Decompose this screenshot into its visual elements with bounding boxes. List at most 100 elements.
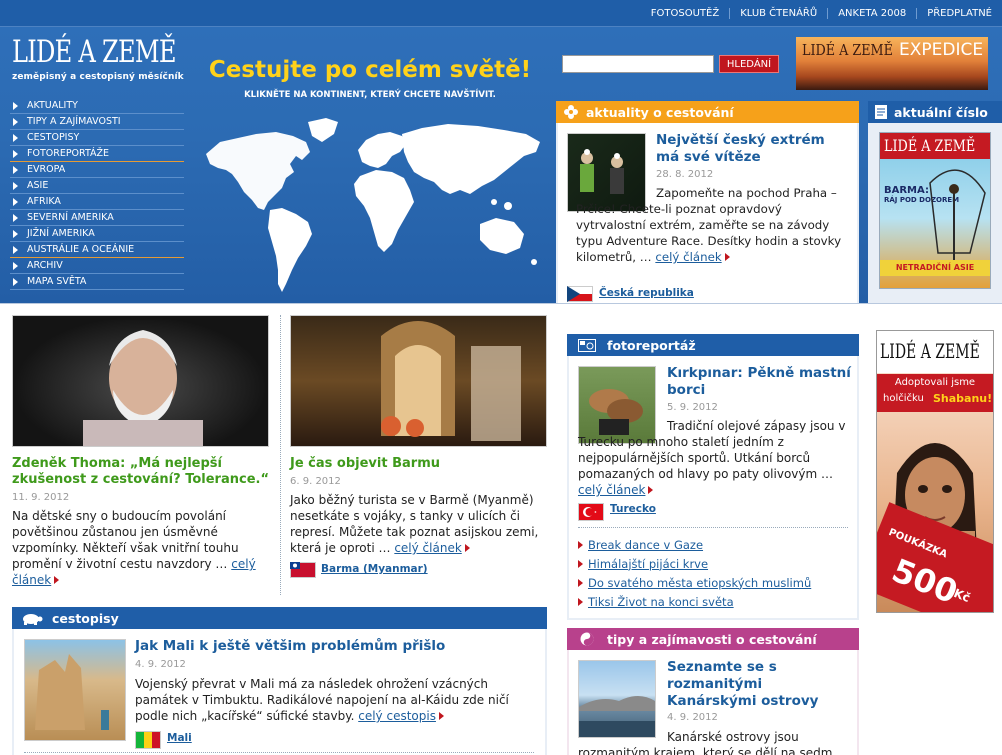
search-button[interactable]: HLEDÁNÍ xyxy=(719,55,779,73)
fotoreportaz-header-title: fotoreportáž xyxy=(607,337,696,353)
nav-item-aktuality[interactable]: AKTUALITY xyxy=(10,98,184,114)
cestopisy-header-title: cestopisy xyxy=(52,610,119,626)
arrow-right-icon xyxy=(13,262,18,270)
aktuality-header-title: aktuality o cestování xyxy=(586,104,734,120)
arrow-right-icon xyxy=(13,134,18,142)
fotoreportaz-date: 5. 9. 2012 xyxy=(667,402,718,413)
top-bar: FOTOSOUTĚŽ KLUB ČTENÁŘŮ ANKETA 2008 PŘED… xyxy=(0,0,1002,27)
thoma-date: 11. 9. 2012 xyxy=(12,492,70,503)
fotoreportaz-link-2[interactable]: Himálajští pijáci krve xyxy=(576,554,852,573)
thoma-title[interactable]: Zdeněk Thoma: „Má nejlepší zkušenost z c… xyxy=(12,456,272,488)
thoma-photo[interactable] xyxy=(12,315,269,447)
top-nav-anketa[interactable]: ANKETA 2008 xyxy=(827,8,916,19)
barma-title[interactable]: Je čas objevit Barmu xyxy=(290,456,548,472)
arrow-right-icon xyxy=(13,278,18,286)
tipy-header-title: tipy a zajímavosti o cestování xyxy=(607,631,817,647)
continent-greenland[interactable] xyxy=(308,118,338,142)
document-icon xyxy=(868,101,894,123)
expedice-label: EXPEDICE xyxy=(899,40,984,60)
top-nav-klub-ctenaru[interactable]: KLUB ČTENÁŘŮ xyxy=(729,8,827,19)
barma-photo[interactable] xyxy=(290,315,547,447)
yin-yang-icon xyxy=(567,628,607,650)
aktuality-title[interactable]: Největší český extrém má své vítěze xyxy=(656,132,851,166)
nav-item-mapa-sveta[interactable]: MAPA SVĚTA xyxy=(10,274,184,290)
expedice-brand: LIDÉ A ZEMĚ xyxy=(802,41,893,59)
cestopisy-country[interactable]: Mali xyxy=(167,732,192,744)
cestopisy-date: 4. 9. 2012 xyxy=(135,659,186,670)
aktuality-header: aktuality o cestování xyxy=(556,101,859,123)
top-nav-predplatne[interactable]: PŘEDPLATNÉ xyxy=(916,8,1002,19)
island-dot xyxy=(531,259,537,265)
arrow-right-icon xyxy=(13,198,18,206)
cestopisy-more-link[interactable]: celý cestopis xyxy=(358,709,436,723)
continent-australia[interactable] xyxy=(480,218,524,254)
main-nav: AKTUALITY TIPY A ZAJÍMAVOSTI CESTOPISY F… xyxy=(10,98,184,290)
continent-north-america[interactable] xyxy=(206,132,310,210)
nav-item-tipy[interactable]: TIPY A ZAJÍMAVOSTI xyxy=(10,114,184,130)
nav-item-cestopisy[interactable]: CESTOPISY xyxy=(10,130,184,146)
ad-line2: holčičku xyxy=(883,393,924,404)
divider xyxy=(24,752,534,753)
fotoreportaz-country[interactable]: Turecko xyxy=(610,503,656,515)
arrow-right-icon xyxy=(464,544,470,552)
continent-south-america[interactable] xyxy=(268,208,312,292)
adoption-ad[interactable]: LIDÉ A ZEMĚ Adoptovali jsme holčičku Sha… xyxy=(876,330,994,613)
tipy-title[interactable]: Seznamte se s rozmanitými Kanárskými ost… xyxy=(667,659,852,710)
arrow-right-icon xyxy=(724,253,730,261)
tipy-header: tipy a zajímavosti o cestování xyxy=(567,628,859,650)
flag-mali xyxy=(135,731,161,749)
cestopisy-photo[interactable] xyxy=(24,639,126,741)
fotoreportaz-header: fotoreportáž xyxy=(567,334,859,356)
aktuality-country[interactable]: Česká republika xyxy=(599,287,694,299)
island-dot xyxy=(504,202,512,210)
nav-item-evropa[interactable]: EVROPA xyxy=(10,162,184,178)
continent-europe[interactable] xyxy=(358,132,406,168)
nav-item-jizni-amerika[interactable]: JIŽNÍ AMERIKA xyxy=(10,226,184,242)
world-map xyxy=(206,118,540,292)
cestopisy-text-content: Vojenský převrat v Mali má za následek o… xyxy=(135,677,509,723)
divider xyxy=(578,527,848,528)
aktuality-text: Zapomeňte na pochod Praha – Prčice! Chce… xyxy=(576,185,852,265)
continent-asia[interactable] xyxy=(402,124,540,194)
arrow-right-icon xyxy=(54,576,60,584)
arrow-right-icon xyxy=(13,214,18,222)
thoma-text: Na dětské sny o budoucím povolání povětš… xyxy=(12,508,270,588)
fotoreportaz-more-link[interactable]: celý článek xyxy=(578,483,645,497)
aktuality-more-link[interactable]: celý článek xyxy=(655,250,721,264)
ad-brand: LIDÉ A ZEMĚ xyxy=(880,339,980,363)
nav-item-asie[interactable]: ASIE xyxy=(10,178,184,194)
arrow-right-icon xyxy=(648,486,654,494)
divider xyxy=(280,315,281,595)
cislo-header: aktuální číslo xyxy=(868,101,1002,123)
cislo-header-title: aktuální číslo xyxy=(894,104,988,120)
nav-item-fotoreportaze[interactable]: FOTOREPORTÁŽE xyxy=(10,146,184,162)
expedice-banner[interactable]: LIDÉ A ZEMĚ EXPEDICE xyxy=(796,37,988,90)
search-input[interactable] xyxy=(562,55,714,73)
top-nav-fotosoutez[interactable]: FOTOSOUTĚŽ xyxy=(641,8,729,19)
nav-item-severni-amerika[interactable]: SEVERNÍ AMERIKA xyxy=(10,210,184,226)
camera-icon xyxy=(567,334,607,356)
cestopisy-title[interactable]: Jak Mali k ještě většim problémům přišlo xyxy=(135,638,535,654)
subheadline: KLIKNĚTE NA KONTINENT, KTERÝ CHCETE NAVŠ… xyxy=(244,90,496,100)
tipy-photo[interactable] xyxy=(578,660,656,738)
site-logo[interactable]: LIDÉ A ZEMĚ xyxy=(12,34,177,70)
barma-more-link[interactable]: celý článek xyxy=(394,541,461,555)
cestopisy-header: cestopisy xyxy=(12,607,547,629)
tipy-date: 4. 9. 2012 xyxy=(667,712,718,723)
arrow-right-icon xyxy=(13,102,18,110)
arrow-right-icon xyxy=(438,712,444,720)
fotoreportaz-link-1[interactable]: Break dance v Gaze xyxy=(576,535,852,554)
nav-item-archiv[interactable]: ARCHIV xyxy=(10,258,184,274)
nav-item-afrika[interactable]: AFRIKA xyxy=(10,194,184,210)
flag-turkey xyxy=(578,503,604,521)
cislo-cover[interactable]: LIDÉ A ZEMĚ BARMA: RÁJ POD DOZOREM NETRA… xyxy=(879,132,991,289)
fotoreportaz-title[interactable]: Kırkpınar: Pěkně mastní borci xyxy=(667,365,852,399)
fotoreportaz-link-3[interactable]: Do svatého města etiopských muslimů xyxy=(576,573,852,592)
ad-name: Shabanu! xyxy=(933,392,993,405)
ad-line1: Adoptovali jsme xyxy=(894,377,976,388)
nav-item-australie[interactable]: AUSTRÁLIE A OCEÁNIE xyxy=(10,242,184,258)
headline: Cestujte po celém světě! xyxy=(208,57,532,83)
barma-country[interactable]: Barma (Myanmar) xyxy=(321,563,428,575)
continent-africa[interactable] xyxy=(354,170,414,252)
fotoreportaz-link-4[interactable]: Tiksi Život na konci světa xyxy=(576,592,852,611)
